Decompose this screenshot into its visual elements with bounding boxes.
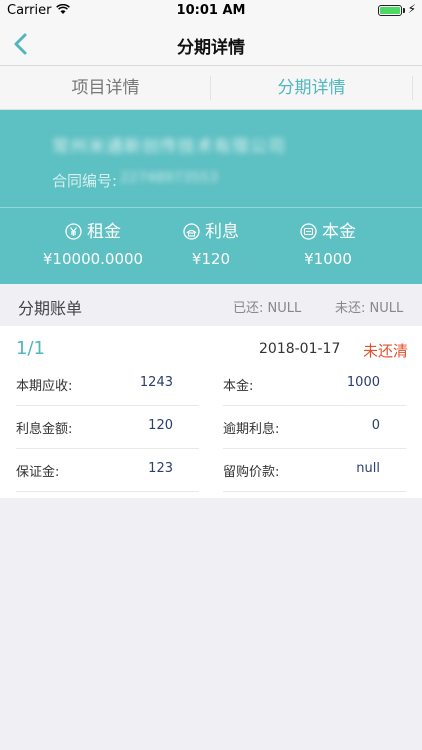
paid-summary: 已还: NULL: [233, 301, 302, 316]
status-badge: 未还清: [363, 342, 409, 360]
field-label: 保证金:: [16, 465, 60, 480]
bill-title: 分期账单: [18, 299, 83, 318]
field-row-receivable: 本期应收: 1243: [16, 363, 199, 406]
battery-tip: [403, 8, 405, 13]
installment-period: 1/1: [16, 338, 45, 359]
charging-icon: ⚡: [407, 2, 416, 16]
field-value: 123: [148, 461, 173, 476]
field-label: 逾期利息:: [223, 422, 280, 437]
contract-number: 22748973553: [120, 170, 218, 186]
principal-icon: [300, 223, 317, 240]
status-time: 10:01 AM: [176, 3, 246, 18]
divider: [0, 207, 422, 208]
tab-project-details[interactable]: 项目详情: [0, 66, 211, 110]
field-row-buyout-price: 留购价款: null: [223, 449, 406, 492]
field-label: 本金:: [223, 379, 254, 394]
field-value: 120: [148, 418, 173, 433]
stat-principal-value: ¥1000: [304, 250, 352, 268]
field-value: 0: [371, 418, 380, 433]
field-label: 利息金额:: [16, 422, 73, 437]
tab-bar: 项目详情 分期详情: [0, 66, 422, 110]
installment-card[interactable]: 1/1 2018-01-17 未还清 本期应收: 1243 本金: 1000 利…: [0, 326, 422, 498]
field-value: null: [356, 461, 380, 476]
field-row-principal: 本金: 1000: [223, 363, 406, 406]
company-name: 常州米通新创传技术有限公司: [52, 137, 286, 157]
summary-panel: 常州米通新创传技术有限公司 合同编号: 22748973553 租金 ¥1000…: [0, 110, 422, 284]
page-title: 分期详情: [177, 38, 245, 58]
field-row-interest: 利息金额: 120: [16, 406, 199, 449]
yen-icon: [65, 223, 82, 240]
stat-interest-label: 利息: [205, 222, 239, 242]
field-value: 1000: [346, 375, 380, 390]
interest-icon: [183, 223, 200, 240]
tab-divider: [412, 76, 413, 100]
field-row-overdue-interest: 逾期利息: 0: [223, 406, 406, 449]
bill-header: 分期账单 已还: NULL 未还: NULL: [0, 284, 422, 326]
stat-principal-label: 本金: [322, 222, 356, 242]
installment-date: 2018-01-17: [259, 341, 341, 357]
field-row-deposit: 保证金: 123: [16, 449, 199, 492]
tab-installment-details[interactable]: 分期详情: [211, 66, 412, 110]
stat-principal: 本金 ¥1000: [258, 220, 398, 268]
field-label: 本期应收:: [16, 379, 73, 394]
contract-label: 合同编号:: [52, 172, 118, 190]
unpaid-summary: 未还: NULL: [335, 301, 404, 316]
status-bar: Carrier 10:01 AM ⚡: [0, 0, 422, 22]
battery-icon: [378, 5, 402, 16]
field-value: 1243: [139, 375, 173, 390]
navigation-bar: 分期详情: [0, 22, 422, 66]
stat-rent-label: 租金: [87, 222, 121, 242]
field-label: 留购价款:: [223, 465, 280, 480]
